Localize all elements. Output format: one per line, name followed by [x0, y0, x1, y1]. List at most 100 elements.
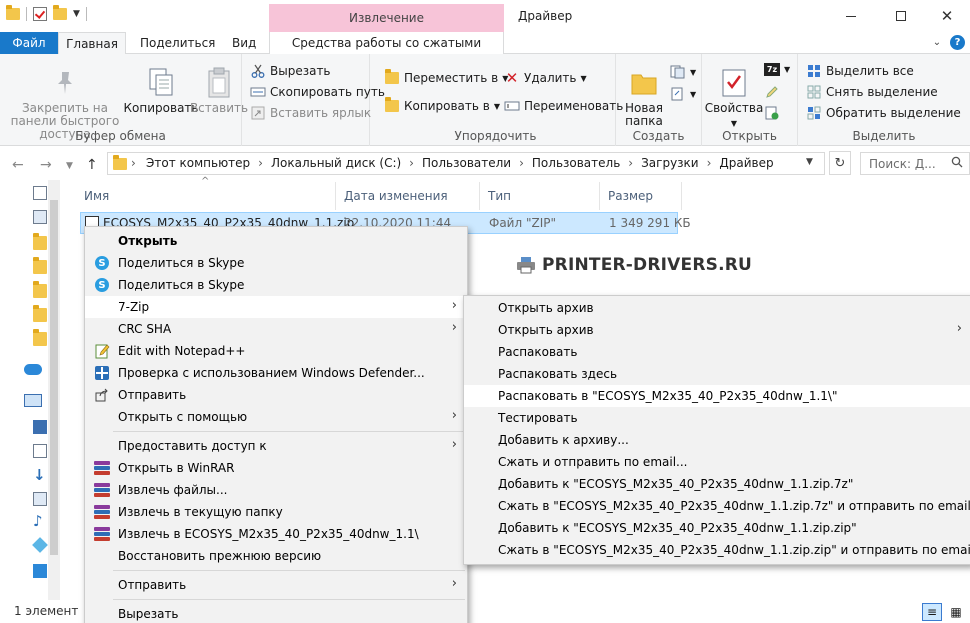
folder-icon[interactable]: [33, 281, 47, 298]
properties-button[interactable]: Свойства ▼: [705, 66, 763, 130]
context-menu-item[interactable]: Предоставить доступ к ›: [85, 435, 467, 457]
scrollbar-thumb[interactable]: [50, 200, 58, 555]
cut-button[interactable]: Вырезать: [250, 63, 331, 79]
copy-button[interactable]: Копировать: [124, 66, 198, 115]
maximize-button[interactable]: [878, 0, 924, 32]
breadcrumb-separator[interactable]: ›: [407, 156, 422, 170]
sevenzip-menu-item[interactable]: Сжать в "ECOSYS_M2x35_40_P2x35_40dnw_1.1…: [464, 539, 970, 561]
breadcrumb-item[interactable]: Драйвер: [719, 156, 779, 170]
this-pc-icon[interactable]: [24, 394, 42, 407]
sevenzip-menu-item[interactable]: Распаковать: [464, 341, 970, 363]
move-to-button[interactable]: Переместить в ▼: [384, 69, 508, 86]
context-menu-item[interactable]: S Поделиться в Skype: [85, 252, 467, 274]
ribbon-collapse-button[interactable]: ⌄: [930, 35, 944, 49]
navigation-scrollbar[interactable]: [48, 180, 60, 600]
tab-home[interactable]: Главная: [58, 32, 126, 55]
column-header-type[interactable]: Тип: [482, 182, 600, 210]
rename-button[interactable]: Переименовать: [504, 98, 623, 114]
context-menu-item[interactable]: Edit with Notepad++: [85, 340, 467, 362]
context-menu-item[interactable]: 7-Zip ›: [85, 296, 467, 318]
context-menu-item[interactable]: S Поделиться в Skype: [85, 274, 467, 296]
paste-button[interactable]: Вставить: [190, 66, 248, 115]
crumb-chevron-icon[interactable]: ›: [131, 156, 136, 170]
context-menu-item[interactable]: Открыть в WinRAR: [85, 457, 467, 479]
select-all-button[interactable]: Выделить все: [806, 63, 914, 79]
context-menu-item[interactable]: Восстановить прежнюю версию: [85, 545, 467, 567]
3d-objects-icon[interactable]: [32, 537, 48, 553]
desktop-icon[interactable]: [33, 210, 47, 224]
sevenzip-menu-item[interactable]: Добавить к архиву...: [464, 429, 970, 451]
column-header-date[interactable]: Дата изменения: [338, 182, 480, 210]
address-dropdown-icon[interactable]: ▼: [806, 157, 813, 167]
tab-share[interactable]: Поделиться: [130, 32, 225, 54]
paste-shortcut-button[interactable]: Вставить ярлык: [250, 105, 371, 121]
onedrive-icon[interactable]: [24, 364, 42, 375]
recent-locations-button[interactable]: ▼: [66, 161, 73, 171]
drive-icon[interactable]: [33, 564, 47, 578]
delete-button[interactable]: ✕ Удалить ▼: [504, 69, 587, 87]
context-menu-item[interactable]: Открыть: [85, 230, 467, 252]
tab-compressed-tools[interactable]: Средства работы со сжатыми папками: [269, 32, 504, 72]
search-input[interactable]: Поиск: Д...: [860, 152, 970, 175]
properties-icon[interactable]: [33, 7, 47, 21]
sevenzip-menu-item[interactable]: Открыть архив: [464, 297, 970, 319]
copy-to-button[interactable]: Копировать в ▼: [384, 97, 500, 114]
context-menu-item[interactable]: Извлечь в текущую папку: [85, 501, 467, 523]
sevenzip-menu-item[interactable]: Добавить к "ECOSYS_M2x35_40_P2x35_40dnw_…: [464, 473, 970, 495]
new-folder-button[interactable]: Новая папка: [622, 66, 666, 128]
video-icon[interactable]: [33, 420, 47, 434]
context-menu-item[interactable]: Извлечь файлы...: [85, 479, 467, 501]
context-menu-item[interactable]: Открыть с помощью ›: [85, 406, 467, 428]
refresh-button[interactable]: ↻: [829, 151, 851, 175]
music-icon[interactable]: ♪: [33, 514, 47, 529]
back-button[interactable]: ←: [12, 157, 24, 173]
open-7z-button[interactable]: 7z ▼: [764, 63, 790, 76]
sevenzip-menu-item[interactable]: Сжать и отправить по email...: [464, 451, 970, 473]
context-menu-item[interactable]: Извлечь в ECOSYS_M2x35_40_P2x35_40dnw_1.…: [85, 523, 467, 545]
tab-file[interactable]: Файл: [0, 32, 58, 54]
forward-button[interactable]: →: [40, 157, 52, 173]
edit-button[interactable]: [764, 84, 780, 100]
sevenzip-menu-item[interactable]: Открыть архив ›: [464, 319, 970, 341]
details-view-button[interactable]: ≡: [922, 603, 942, 621]
help-button[interactable]: ?: [950, 35, 965, 50]
column-header-size[interactable]: Размер: [602, 182, 682, 210]
folder-icon[interactable]: [33, 329, 47, 346]
new-item-button[interactable]: ▼: [670, 64, 696, 80]
context-menu-item[interactable]: Отправить: [85, 384, 467, 406]
minimize-button[interactable]: [828, 0, 874, 32]
breadcrumb-separator[interactable]: ›: [705, 156, 720, 170]
breadcrumb-separator[interactable]: ›: [517, 156, 532, 170]
sevenzip-menu-item[interactable]: Распаковать в "ECOSYS_M2x35_40_P2x35_40d…: [464, 385, 970, 407]
breadcrumb-separator[interactable]: ›: [626, 156, 641, 170]
sevenzip-menu-item[interactable]: Сжать в "ECOSYS_M2x35_40_P2x35_40dnw_1.1…: [464, 495, 970, 517]
breadcrumb-item[interactable]: Пользователи: [422, 156, 517, 170]
folder-icon[interactable]: [33, 305, 47, 322]
new-folder-icon[interactable]: [53, 5, 67, 20]
easy-access-button[interactable]: ▼: [670, 86, 696, 102]
folder-icon[interactable]: [33, 257, 47, 274]
folder-icon[interactable]: [6, 5, 20, 20]
context-menu-item[interactable]: Проверка с использованием Windows Defend…: [85, 362, 467, 384]
select-none-button[interactable]: Снять выделение: [806, 84, 938, 100]
close-button[interactable]: ✕: [924, 0, 970, 32]
context-menu-item[interactable]: Отправить ›: [85, 574, 467, 596]
context-menu-item[interactable]: Вырезать: [85, 603, 467, 623]
sevenzip-menu-item[interactable]: Добавить к "ECOSYS_M2x35_40_P2x35_40dnw_…: [464, 517, 970, 539]
invert-selection-button[interactable]: Обратить выделение: [806, 105, 961, 121]
context-menu-item[interactable]: CRC SHA ›: [85, 318, 467, 340]
sevenzip-menu-item[interactable]: Распаковать здесь: [464, 363, 970, 385]
document-icon[interactable]: [33, 444, 47, 458]
tab-view[interactable]: Вид: [222, 32, 266, 54]
breadcrumb-item[interactable]: Локальный диск (C:): [271, 156, 407, 170]
sevenzip-menu-item[interactable]: Тестировать: [464, 407, 970, 429]
up-button[interactable]: ↑: [86, 157, 98, 173]
qat-dropdown-icon[interactable]: ▼: [73, 9, 80, 19]
large-icons-view-button[interactable]: ▦: [946, 603, 966, 621]
breadcrumb-item[interactable]: Загрузки: [641, 156, 705, 170]
pictures-icon[interactable]: [33, 492, 47, 506]
breadcrumb-item[interactable]: Пользователь: [532, 156, 626, 170]
breadcrumb-item[interactable]: Этот компьютер: [146, 156, 256, 170]
document-icon[interactable]: [33, 186, 47, 200]
copy-path-button[interactable]: Скопировать путь: [250, 84, 385, 100]
